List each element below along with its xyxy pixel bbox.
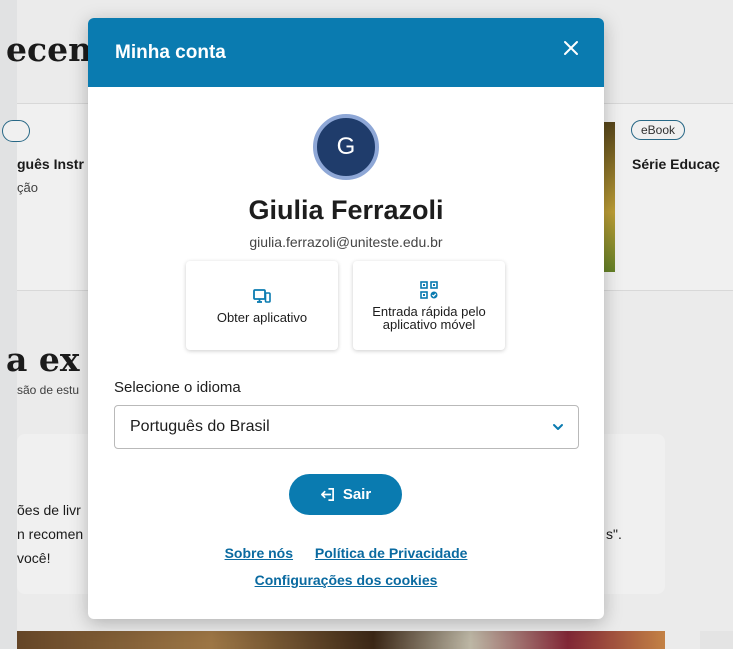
privacy-link[interactable]: Política de Privacidade [315,545,468,561]
about-link[interactable]: Sobre nós [225,545,293,561]
quick-login-label: Entrada rápida pelo aplicativo móvel [372,303,486,332]
footer-links-cookies: Configurações dos cookies [88,572,604,588]
chevron-down-icon [553,424,563,430]
modal-title: Minha conta [115,41,226,63]
close-icon [564,40,578,55]
language-select[interactable]: Português do Brasil [114,405,579,449]
logout-label: Sair [342,486,372,503]
account-modal: Minha conta G Giulia Ferrazoli giulia.fe… [88,18,604,619]
language-value: Português do Brasil [130,418,270,435]
get-app-button[interactable]: Obter aplicativo [186,261,338,350]
cookie-settings-link[interactable]: Configurações dos cookies [255,572,438,588]
devices-icon [253,289,271,303]
logout-icon [320,488,334,501]
language-label: Selecione o idioma [114,379,241,396]
close-button[interactable] [558,35,584,61]
avatar: G [313,114,379,180]
quick-login-button[interactable]: Entrada rápida pelo aplicativo móvel [353,261,505,350]
logout-button[interactable]: Sair [289,474,402,515]
footer-links: Sobre nós Política de Privacidade [88,545,604,561]
get-app-label: Obter aplicativo [216,310,308,325]
modal-header: Minha conta [88,18,604,87]
user-email: giulia.ferrazoli@uniteste.edu.br [249,234,443,250]
user-name: Giulia Ferrazoli [248,195,444,225]
qr-code-icon [420,280,438,299]
